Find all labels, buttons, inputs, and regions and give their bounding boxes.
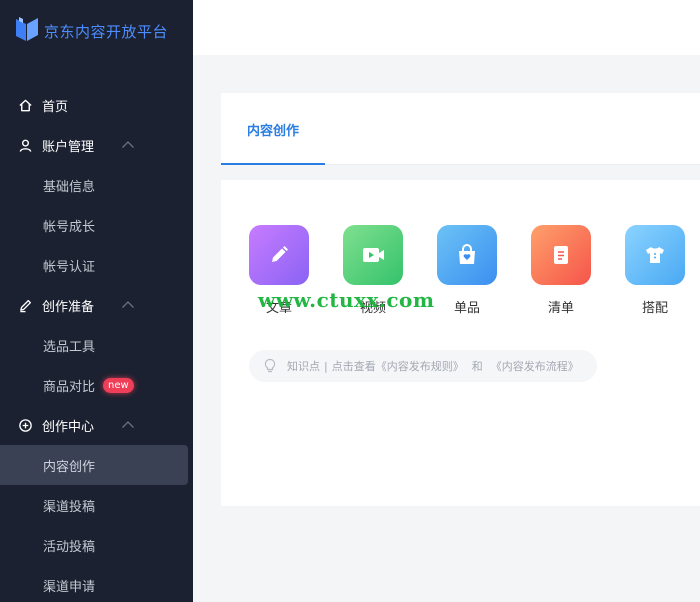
knowledge-tip: 知识点 | 点击查看 《内容发布规则》 和 《内容发布流程》 bbox=[249, 350, 597, 382]
sidebar-item-account-verify[interactable]: 帐号认证 bbox=[0, 245, 193, 285]
sidebar-item-label: 渠道投稿 bbox=[43, 499, 96, 515]
list-tile[interactable] bbox=[531, 225, 591, 285]
list-icon bbox=[554, 246, 568, 264]
tip-and: 和 bbox=[471, 360, 483, 373]
tip-separator: | bbox=[324, 359, 328, 373]
content-type-outfit[interactable]: 搭配 bbox=[625, 225, 685, 316]
sidebar-item-label: 创作准备 bbox=[42, 299, 95, 315]
tab-active-indicator bbox=[221, 163, 325, 165]
tab-content-creation[interactable]: 内容创作 bbox=[221, 93, 325, 165]
publish-rules-link[interactable]: 《内容发布规则》 bbox=[376, 358, 464, 374]
pencil-icon bbox=[18, 298, 33, 313]
sidebar-item-product-compare[interactable]: 商品对比 new bbox=[0, 365, 193, 405]
tab-bar: 内容创作 bbox=[221, 93, 700, 165]
home-icon bbox=[18, 98, 33, 113]
sidebar-item-channel-apply[interactable]: 渠道申请 bbox=[0, 565, 193, 602]
content-type-panel: 文章 视频 单品 清单 搭配 知识点 | 点击查看 《内容发布规则》 和 《内容… bbox=[221, 180, 700, 506]
shirt-icon bbox=[646, 247, 664, 263]
content-type-list[interactable]: 清单 bbox=[531, 225, 591, 316]
sidebar-item-label: 内容创作 bbox=[43, 459, 96, 475]
content-type-label: 搭配 bbox=[641, 301, 668, 316]
brand-logo[interactable]: 京东内容开放平台 bbox=[14, 16, 168, 46]
sidebar-item-label: 账户管理 bbox=[42, 139, 95, 155]
sidebar-item-creation-center[interactable]: 创作中心 bbox=[0, 405, 193, 445]
jd-logo-icon bbox=[14, 15, 40, 47]
chevron-up-icon[interactable] bbox=[121, 138, 135, 152]
tip-prefix: 知识点 bbox=[287, 360, 320, 373]
top-header bbox=[193, 0, 700, 55]
sidebar-item-account[interactable]: 账户管理 bbox=[0, 125, 193, 165]
video-tile[interactable] bbox=[343, 225, 403, 285]
user-icon bbox=[18, 138, 33, 153]
article-tile[interactable] bbox=[249, 225, 309, 285]
single-product-tile[interactable] bbox=[437, 225, 497, 285]
new-badge: new bbox=[103, 377, 134, 393]
pencil-icon bbox=[272, 246, 288, 262]
sidebar-item-home[interactable]: 首页 bbox=[0, 85, 193, 125]
chevron-up-icon[interactable] bbox=[121, 418, 135, 432]
sidebar-item-basic-info[interactable]: 基础信息 bbox=[0, 165, 193, 205]
sidebar-item-label: 首页 bbox=[42, 99, 69, 115]
sidebar-item-label: 选品工具 bbox=[43, 339, 96, 355]
content-type-single-product[interactable]: 单品 bbox=[437, 225, 497, 316]
sidebar-item-label: 活动投稿 bbox=[43, 539, 96, 555]
sidebar-item-label: 基础信息 bbox=[43, 179, 96, 195]
content-type-label: 单品 bbox=[453, 301, 480, 316]
sidebar-item-label: 渠道申请 bbox=[43, 579, 96, 595]
sidebar-item-label: 帐号成长 bbox=[43, 219, 96, 235]
sidebar-item-creation-prep[interactable]: 创作准备 bbox=[0, 285, 193, 325]
publish-process-link[interactable]: 《内容发布流程》 bbox=[491, 358, 579, 374]
watermark-text: www.ctuxx.com bbox=[258, 288, 435, 312]
sidebar: 京东内容开放平台 首页 账户管理 基础信息 帐号成长 帐号认证 创作准备 选品工… bbox=[0, 0, 193, 602]
bag-icon bbox=[459, 244, 475, 264]
sidebar-item-account-growth[interactable]: 帐号成长 bbox=[0, 205, 193, 245]
sidebar-item-content-creation[interactable]: 内容创作 bbox=[0, 445, 188, 485]
sidebar-nav: 首页 账户管理 基础信息 帐号成长 帐号认证 创作准备 选品工具 商品对比 ne… bbox=[0, 85, 193, 602]
plus-circle-icon bbox=[18, 418, 33, 433]
sidebar-item-product-tool[interactable]: 选品工具 bbox=[0, 325, 193, 365]
chevron-up-icon[interactable] bbox=[121, 298, 135, 312]
sidebar-item-activity-submit[interactable]: 活动投稿 bbox=[0, 525, 193, 565]
sidebar-item-label: 创作中心 bbox=[42, 419, 95, 435]
content-type-label: 清单 bbox=[547, 301, 574, 316]
brand-name: 京东内容开放平台 bbox=[44, 22, 169, 41]
outfit-tile[interactable] bbox=[625, 225, 685, 285]
tip-text: 点击查看 bbox=[331, 360, 376, 373]
lightbulb-icon bbox=[263, 358, 277, 374]
video-icon bbox=[363, 248, 384, 262]
sidebar-item-channel-submit[interactable]: 渠道投稿 bbox=[0, 485, 193, 525]
sidebar-item-label: 商品对比 bbox=[43, 379, 96, 395]
sidebar-item-label: 帐号认证 bbox=[43, 259, 96, 275]
